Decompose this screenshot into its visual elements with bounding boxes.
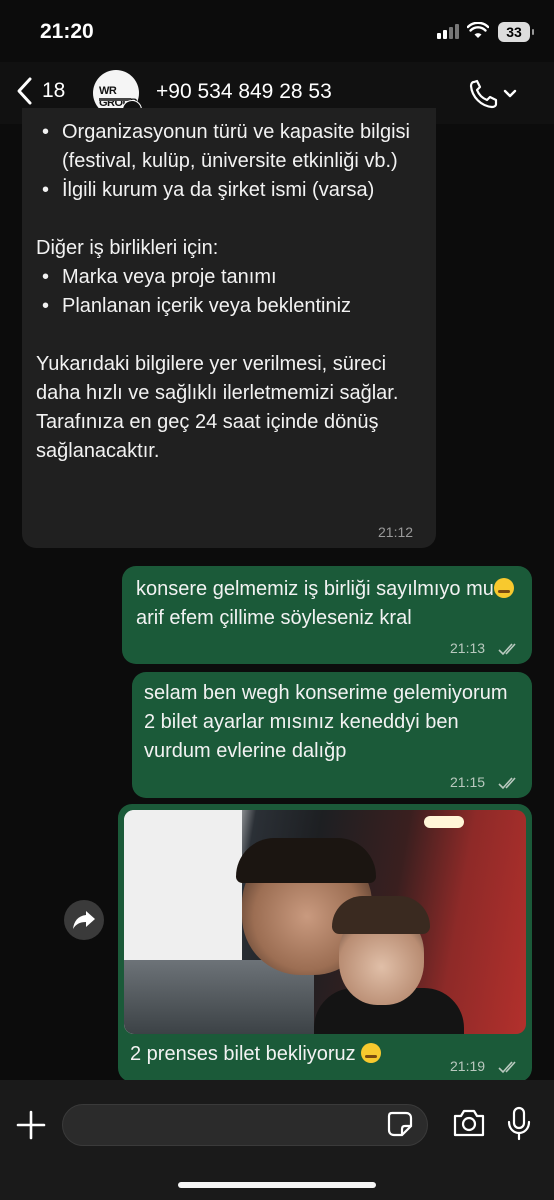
list-item: Organizasyonun türü ve kapasite bilgisi … bbox=[36, 118, 424, 176]
list-item: İlgili kurum ya da şirket ismi (varsa) bbox=[36, 176, 424, 205]
phone-icon bbox=[469, 79, 517, 109]
list-item: Planlanan içerik veya beklentiniz bbox=[36, 292, 424, 321]
forward-icon bbox=[73, 911, 95, 929]
photo-caption: 2 prenses bilet bekliyoruz bbox=[130, 1043, 362, 1065]
message-time: 21:15 bbox=[450, 774, 486, 790]
outgoing-message[interactable]: selam ben wegh konserime gelemiyorum 2 b… bbox=[132, 672, 532, 798]
status-bar: 21:20 33 bbox=[0, 0, 554, 62]
status-time: 21:20 bbox=[40, 20, 94, 43]
unread-count: 18 bbox=[42, 79, 66, 102]
read-ticks-icon bbox=[498, 643, 516, 656]
camera-icon[interactable] bbox=[452, 1108, 486, 1138]
home-indicator bbox=[178, 1182, 376, 1188]
list-item: Marka veya proje tanımı bbox=[36, 263, 424, 292]
incoming-message[interactable]: Organizasyonun türü ve kapasite bilgisi … bbox=[22, 108, 436, 548]
message-text-continued: arif efem çillime söyleseniz kral bbox=[136, 607, 412, 629]
plus-icon[interactable] bbox=[14, 1108, 48, 1142]
microphone-icon[interactable] bbox=[506, 1106, 532, 1142]
photo-attachment[interactable] bbox=[124, 810, 526, 1034]
message-time: 21:13 bbox=[450, 640, 486, 656]
message-text: konsere gelmemiz iş birliği sayılmıyo mu bbox=[136, 578, 494, 600]
cellular-signal-icon bbox=[437, 23, 459, 39]
message-heading: Diğer iş birlikleri için: bbox=[36, 237, 219, 259]
message-time: 21:19 bbox=[450, 1058, 486, 1074]
chevron-left-icon bbox=[17, 77, 32, 105]
crying-face-emoji-icon bbox=[493, 578, 514, 598]
wifi-icon bbox=[467, 22, 489, 38]
battery-icon: 33 bbox=[498, 22, 534, 42]
message-text: selam ben wegh konserime gelemiyorum 2 b… bbox=[144, 682, 508, 762]
message-input[interactable] bbox=[62, 1104, 428, 1146]
message-paragraph: Yukarıdaki bilgilere yer verilmesi, süre… bbox=[36, 353, 399, 462]
call-button[interactable] bbox=[468, 78, 520, 110]
sticker-icon[interactable] bbox=[386, 1110, 414, 1138]
read-ticks-icon bbox=[498, 777, 516, 790]
contact-name[interactable]: +90 534 849 28 53 bbox=[156, 80, 332, 104]
forward-button[interactable] bbox=[64, 900, 104, 940]
crying-face-emoji-icon bbox=[361, 1043, 382, 1063]
read-ticks-icon bbox=[498, 1061, 516, 1074]
back-button[interactable]: 18 bbox=[14, 76, 65, 106]
message-time: 21:12 bbox=[378, 524, 414, 540]
outgoing-message[interactable]: konsere gelmemiz iş birliği sayılmıyo mu… bbox=[122, 566, 532, 664]
